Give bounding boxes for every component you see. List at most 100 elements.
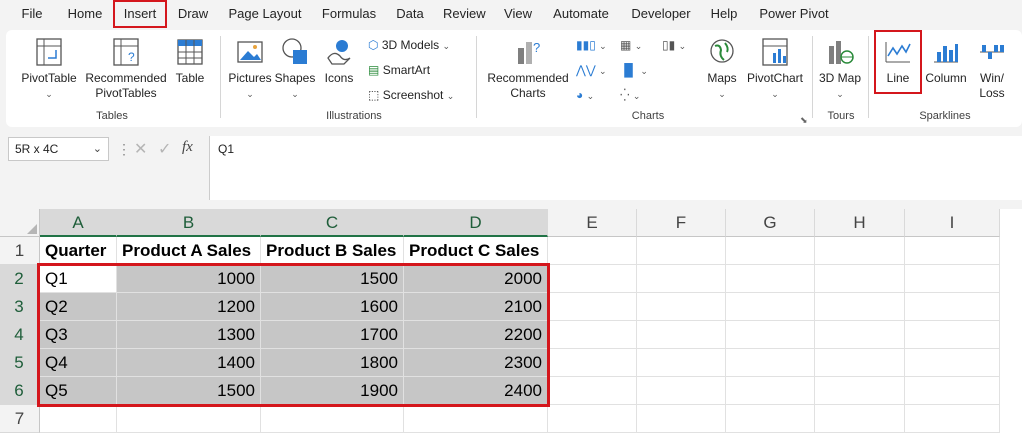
tab-developer[interactable]: Developer <box>630 0 692 28</box>
row-header[interactable]: 7 <box>0 405 40 433</box>
column-header[interactable]: I <box>905 209 1000 237</box>
column-chart-button[interactable]: ▮▮▯ ⌄ <box>576 37 607 54</box>
pie-chart-button[interactable]: ◕ ⌄ <box>576 87 594 104</box>
cell[interactable] <box>637 349 726 377</box>
column-header[interactable]: B <box>117 209 261 237</box>
cell[interactable] <box>815 349 905 377</box>
cell[interactable]: Product A Sales <box>117 237 261 265</box>
tab-home[interactable]: Home <box>66 0 104 28</box>
cell[interactable] <box>404 405 548 433</box>
maps-button[interactable]: Maps ⌄ <box>702 36 742 102</box>
cell[interactable]: Quarter <box>40 237 117 265</box>
cell[interactable] <box>637 405 726 433</box>
pictures-button[interactable]: Pictures ⌄ <box>226 36 274 102</box>
cell[interactable] <box>637 377 726 405</box>
cell[interactable] <box>726 349 815 377</box>
select-all-corner[interactable] <box>0 209 40 237</box>
waterfall-chart-button[interactable]: ▯▮ ⌄ <box>662 37 686 54</box>
enter-icon[interactable]: ✓ <box>158 139 171 159</box>
cell[interactable] <box>815 293 905 321</box>
screenshot-button[interactable]: ⬚ Screenshot ⌄ <box>368 87 454 104</box>
recommended-charts-button[interactable]: ? Recommended Charts <box>484 36 572 101</box>
tab-page-layout[interactable]: Page Layout <box>227 0 303 28</box>
recommended-pivottables-button[interactable]: ? Recommended PivotTables <box>80 36 172 101</box>
shapes-button[interactable]: Shapes ⌄ <box>274 36 316 102</box>
hierarchy-chart-button[interactable]: ▦ ⌄ <box>620 37 642 54</box>
column-header[interactable]: E <box>548 209 637 237</box>
tab-file[interactable]: File <box>20 0 44 28</box>
cell[interactable] <box>726 321 815 349</box>
cell[interactable] <box>261 405 404 433</box>
sparkline-line-button[interactable]: Line <box>874 30 922 94</box>
cell[interactable] <box>815 321 905 349</box>
cell[interactable] <box>637 237 726 265</box>
tab-review[interactable]: Review <box>443 0 486 28</box>
dialog-launcher-icon[interactable]: ⬊ <box>800 112 808 128</box>
cell[interactable] <box>905 293 1000 321</box>
cell[interactable] <box>815 405 905 433</box>
cell[interactable] <box>40 405 117 433</box>
tab-formulas[interactable]: Formulas <box>321 0 377 28</box>
column-header[interactable]: A <box>40 209 117 237</box>
tab-data[interactable]: Data <box>394 0 426 28</box>
row-header[interactable]: 6 <box>0 377 40 405</box>
cell[interactable] <box>726 377 815 405</box>
cell[interactable] <box>548 349 637 377</box>
cell[interactable] <box>548 377 637 405</box>
cell[interactable] <box>548 321 637 349</box>
cell[interactable] <box>548 265 637 293</box>
cell[interactable] <box>548 237 637 265</box>
tab-help[interactable]: Help <box>709 0 739 28</box>
sparkline-column-button[interactable]: Column <box>924 36 968 86</box>
tab-power-pivot[interactable]: Power Pivot <box>759 0 829 28</box>
cell[interactable] <box>905 377 1000 405</box>
spreadsheet-grid[interactable]: ABCDEFGHI 1234567 Quarter Product A Sales… <box>0 209 1022 434</box>
row-header[interactable]: 2 <box>0 265 40 293</box>
cell[interactable] <box>905 349 1000 377</box>
row-header[interactable]: 4 <box>0 321 40 349</box>
cell[interactable] <box>905 321 1000 349</box>
formula-input[interactable]: Q1 <box>209 136 1022 200</box>
cell[interactable]: Product C Sales <box>404 237 548 265</box>
row-header[interactable]: 1 <box>0 237 40 265</box>
cancel-icon[interactable]: ✕ <box>134 139 147 159</box>
insert-function-icon[interactable]: fx <box>182 139 193 156</box>
column-header[interactable]: D <box>404 209 548 237</box>
row-header[interactable]: 5 <box>0 349 40 377</box>
row-header[interactable]: 3 <box>0 293 40 321</box>
cell[interactable]: Product B Sales <box>261 237 404 265</box>
cell[interactable] <box>726 237 815 265</box>
sparkline-winloss-button[interactable]: Win/ Loss <box>972 36 1012 101</box>
smartart-button[interactable]: ▤ SmartArt <box>368 62 430 78</box>
column-header[interactable]: G <box>726 209 815 237</box>
statistic-chart-button[interactable]: ▐▌ ⌄ <box>620 62 648 79</box>
column-header[interactable]: F <box>637 209 726 237</box>
table-button[interactable]: Table <box>172 36 208 86</box>
cell[interactable] <box>637 293 726 321</box>
line-chart-button[interactable]: ⋀⋁ ⌄ <box>576 62 607 79</box>
cell[interactable] <box>117 405 261 433</box>
cell[interactable] <box>815 377 905 405</box>
cell[interactable] <box>548 405 637 433</box>
tab-insert[interactable]: Insert <box>113 0 167 28</box>
cell[interactable] <box>726 405 815 433</box>
tab-draw[interactable]: Draw <box>176 0 210 28</box>
pivotchart-button[interactable]: PivotChart ⌄ <box>744 36 806 102</box>
tab-automate[interactable]: Automate <box>552 0 610 28</box>
tab-view[interactable]: View <box>503 0 533 28</box>
cell[interactable] <box>815 237 905 265</box>
column-header[interactable]: H <box>815 209 905 237</box>
cell[interactable] <box>637 321 726 349</box>
cell[interactable] <box>905 237 1000 265</box>
column-header[interactable]: C <box>261 209 404 237</box>
3d-map-button[interactable]: 3D Map ⌄ <box>818 36 862 102</box>
cell[interactable] <box>815 265 905 293</box>
cell[interactable] <box>637 265 726 293</box>
scatter-chart-button[interactable]: ⁛ ⌄ <box>620 87 640 104</box>
cell[interactable] <box>905 405 1000 433</box>
cell[interactable] <box>548 293 637 321</box>
cell[interactable] <box>905 265 1000 293</box>
pivottable-button[interactable]: PivotTable ⌄ <box>18 36 80 102</box>
icons-button[interactable]: Icons <box>322 36 356 86</box>
3d-models-button[interactable]: ⬡ 3D Models ⌄ <box>368 37 450 54</box>
